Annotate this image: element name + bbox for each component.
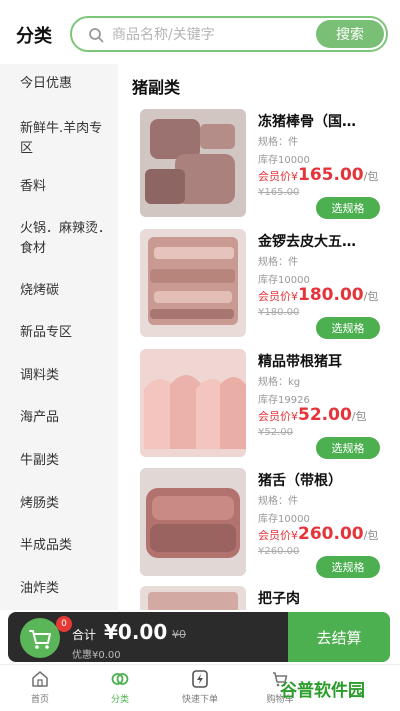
select-spec-button[interactable]: 选规格 <box>316 437 380 459</box>
product-image[interactable] <box>140 349 246 457</box>
product-name: 金锣去皮大五… <box>258 234 356 250</box>
price-unit: /包 <box>363 529 379 542</box>
product-spec: 规格：kg <box>258 377 301 388</box>
product-stock: 库存10000 <box>258 514 310 525</box>
price-unit: /包 <box>363 170 379 183</box>
original-price: ¥52.00 <box>258 427 293 438</box>
price-label: 会员价¥ <box>258 410 298 423</box>
product-card[interactable]: 精品带根猪耳 规格：kg 库存19926 会员价¥52.00/包 ¥52.00 … <box>118 349 400 467</box>
product-image[interactable] <box>140 468 246 576</box>
product-stock: 库存10000 <box>258 155 310 166</box>
sidebar-item-fried[interactable]: 油炸类 <box>0 579 118 599</box>
category-icon <box>111 673 129 685</box>
search-input[interactable] <box>112 22 302 48</box>
search-box[interactable]: 搜索 <box>70 16 388 52</box>
sidebar-item-seasonings[interactable]: 调料类 <box>0 366 118 386</box>
select-spec-button[interactable]: 选规格 <box>316 317 380 339</box>
product-image[interactable] <box>140 109 246 217</box>
product-card[interactable]: 冻猪棒骨（国… 规格：件 库存10000 会员价¥165.00/包 ¥165.0… <box>118 109 400 227</box>
select-spec-button[interactable]: 选规格 <box>316 556 380 578</box>
sidebar-item-sausages[interactable]: 烤肠类 <box>0 494 118 514</box>
watermark-text: 谷普软件园 <box>280 681 365 701</box>
sidebar-item-charcoal[interactable]: 烧烤碳 <box>0 281 118 301</box>
cart-icon <box>29 630 51 649</box>
product-spec: 规格：件 <box>258 496 298 507</box>
cart-button[interactable]: 0 <box>20 616 72 658</box>
product-name: 冻猪棒骨（国… <box>258 114 356 130</box>
price-row: 会员价¥52.00/包 <box>258 405 367 425</box>
product-spec: 规格：件 <box>258 257 298 268</box>
price-row: 会员价¥165.00/包 <box>258 165 378 185</box>
cart-original-price: ¥0 <box>172 628 186 641</box>
product-stock: 库存19926 <box>258 395 310 406</box>
header: 分类 搜索 <box>0 0 400 64</box>
sidebar-item-spices[interactable]: 香料 <box>0 177 118 197</box>
tab-category[interactable]: 分类 <box>80 669 160 705</box>
price-unit: /包 <box>351 410 367 423</box>
watermark-logo: 谷普软件园 <box>280 676 398 704</box>
product-name: 把子肉 <box>258 591 300 607</box>
product-card[interactable]: 猪舌（带根） 规格：件 库存10000 会员价¥260.00/包 ¥260.00… <box>118 468 400 586</box>
tab-label: 分类 <box>110 695 129 705</box>
select-spec-button[interactable]: 选规格 <box>316 197 380 219</box>
original-price: ¥260.00 <box>258 546 300 557</box>
cart-bar: 0 合计 ¥0.00 ¥0 优惠¥0.00 去结算 <box>8 612 390 662</box>
price-label: 会员价¥ <box>258 290 298 303</box>
price-label: 会员价¥ <box>258 170 298 183</box>
price-value: 165.00 <box>298 165 364 185</box>
product-name: 猪舌（带根） <box>258 473 342 489</box>
page-title: 分类 <box>16 26 52 47</box>
tab-home[interactable]: 首页 <box>0 669 80 705</box>
product-card[interactable]: 把子肉 <box>118 586 400 610</box>
sidebar-item-semi-finished[interactable]: 半成品类 <box>0 536 118 556</box>
category-title: 猪副类 <box>132 78 181 97</box>
sidebar-item-beef-offal[interactable]: 牛副类 <box>0 451 118 471</box>
sidebar-item-new-products[interactable]: 新品专区 <box>0 323 118 343</box>
original-price: ¥180.00 <box>258 307 300 318</box>
tab-label: 首页 <box>30 695 49 705</box>
lightning-icon <box>192 670 208 688</box>
cart-total-value: ¥0.00 <box>104 620 168 644</box>
product-image[interactable] <box>140 586 246 610</box>
price-label: 会员价¥ <box>258 529 298 542</box>
product-name: 精品带根猪耳 <box>258 354 342 370</box>
price-unit: /包 <box>363 290 379 303</box>
product-image[interactable] <box>140 229 246 337</box>
cart-count-badge: 0 <box>56 616 72 632</box>
sidebar-item-today-deals[interactable]: 今日优惠 <box>0 74 118 94</box>
home-icon <box>32 671 48 687</box>
tab-label: 快速下单 <box>181 695 218 705</box>
sidebar-item-seafood[interactable]: 海产品 <box>0 408 118 428</box>
product-spec: 规格：件 <box>258 137 298 148</box>
cart-discount: 优惠¥0.00 <box>72 650 121 661</box>
sidebar-item-hotpot[interactable]: 火锅．麻辣烫．食材 <box>0 219 118 259</box>
tab-quick-order[interactable]: 快速下单 <box>160 669 240 705</box>
product-list: 猪副类 冻猪棒骨（国… 规格：件 库存10000 会员价¥165.00/包 ¥1… <box>118 64 400 610</box>
price-value: 180.00 <box>298 285 364 305</box>
price-value: 52.00 <box>298 405 352 425</box>
sidebar-item-beef-mutton[interactable]: 新鲜牛.羊肉专区 <box>0 119 118 159</box>
price-row: 会员价¥260.00/包 <box>258 524 378 544</box>
original-price: ¥165.00 <box>258 187 300 198</box>
search-button[interactable]: 搜索 <box>316 20 384 48</box>
category-sidebar: 今日优惠 新鲜牛.羊肉专区 香料 火锅．麻辣烫．食材 烧烤碳 新品专区 调料类 … <box>0 64 118 610</box>
search-icon <box>89 28 104 43</box>
checkout-button[interactable]: 去结算 <box>288 612 390 662</box>
price-value: 260.00 <box>298 524 364 544</box>
cart-total-label: 合计 <box>72 628 97 642</box>
product-stock: 库存10000 <box>258 275 310 286</box>
product-card[interactable]: 金锣去皮大五… 规格：件 库存10000 会员价¥180.00/包 ¥180.0… <box>118 229 400 347</box>
price-row: 会员价¥180.00/包 <box>258 285 378 305</box>
